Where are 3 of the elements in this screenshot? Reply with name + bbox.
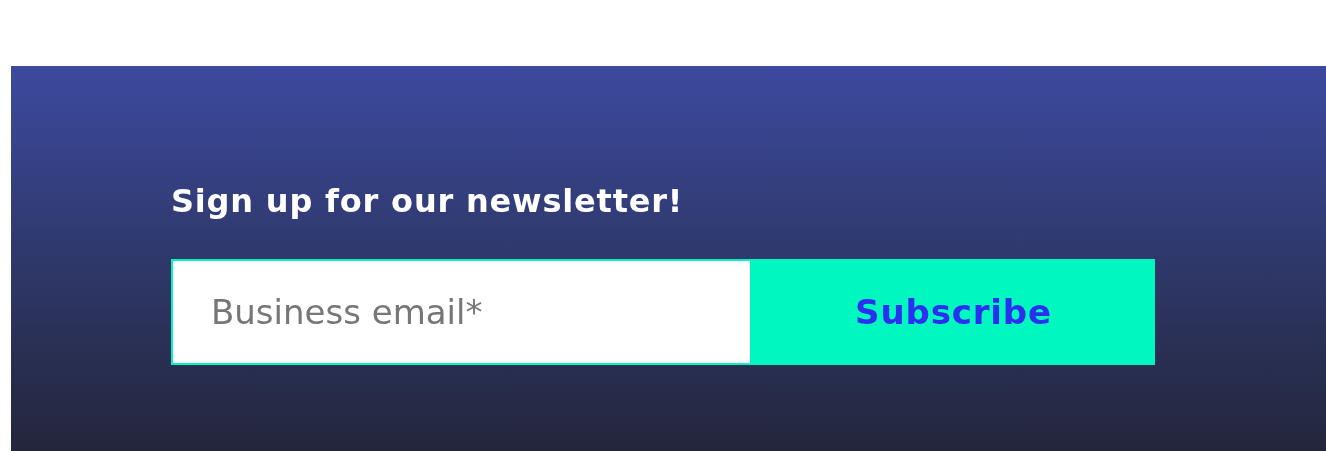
- email-field[interactable]: Business email*: [171, 259, 752, 365]
- newsletter-heading: Sign up for our newsletter!: [171, 181, 685, 221]
- subscribe-button[interactable]: Subscribe: [752, 259, 1155, 365]
